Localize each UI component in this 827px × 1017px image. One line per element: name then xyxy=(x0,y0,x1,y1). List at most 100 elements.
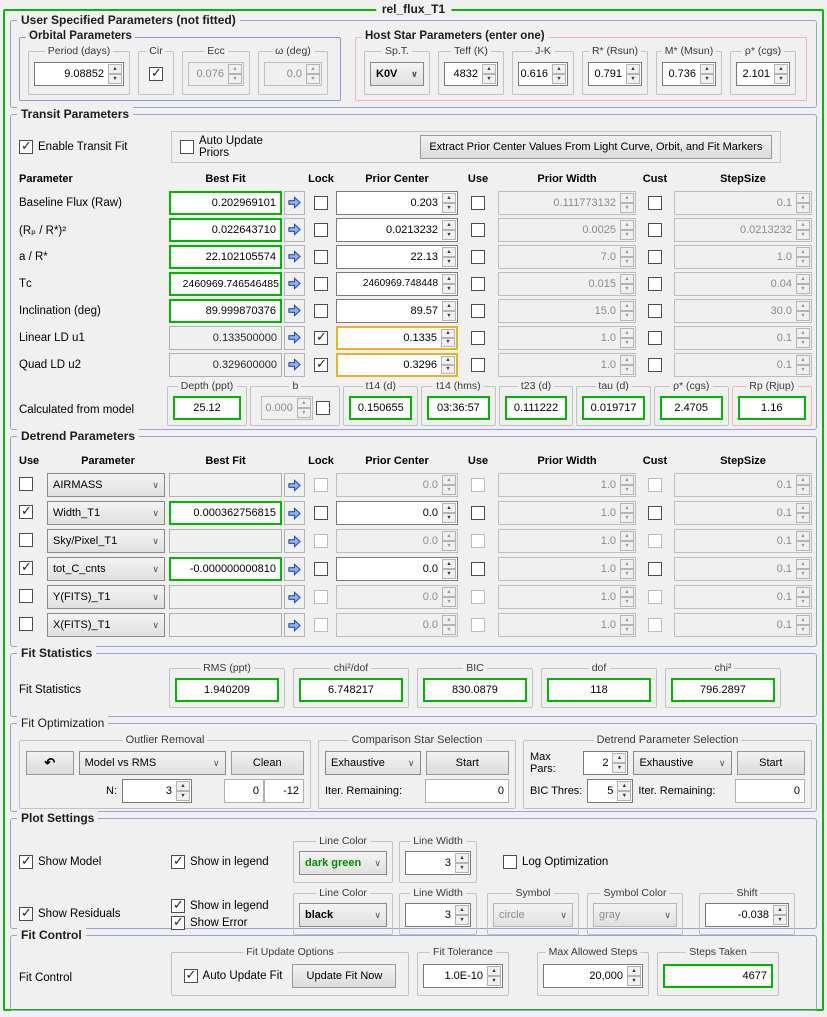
rho-field[interactable]: 2.101 xyxy=(736,62,790,86)
spin-down-icon[interactable] xyxy=(627,976,641,986)
use-prior-checkbox[interactable] xyxy=(471,277,485,291)
spinner-buttons[interactable] xyxy=(611,752,627,774)
enable-transit-fit-checkbox[interactable] xyxy=(19,140,33,154)
lock-checkbox[interactable] xyxy=(314,196,328,210)
spinner-buttons[interactable] xyxy=(441,219,457,241)
prior-center-value[interactable]: 0.1335 xyxy=(338,328,440,348)
update-fit-now-button[interactable]: Update Fit Now xyxy=(292,964,396,988)
use-detrend-checkbox[interactable] xyxy=(19,589,33,603)
spinner-buttons[interactable] xyxy=(454,852,470,874)
lock-checkbox[interactable] xyxy=(314,304,328,318)
custom-step-checkbox[interactable] xyxy=(648,304,662,318)
use-prior-checkbox[interactable] xyxy=(471,223,485,237)
custom-step-checkbox[interactable] xyxy=(648,562,662,576)
spinner-buttons[interactable] xyxy=(441,273,457,295)
fit-tolerance-value[interactable]: 1.0E-10 xyxy=(424,965,486,987)
auto-update-fit-checkbox[interactable] xyxy=(184,969,198,983)
spin-up-icon[interactable] xyxy=(442,503,456,513)
spinner-buttons[interactable] xyxy=(441,558,457,580)
prior-center-field[interactable]: 22.13 xyxy=(336,245,458,269)
log-optimization-checkbox[interactable] xyxy=(503,855,517,869)
detrend-selection-mode-dropdown[interactable]: Exhaustive xyxy=(633,751,731,775)
spin-up-icon[interactable] xyxy=(552,64,566,74)
custom-step-checkbox[interactable] xyxy=(648,331,662,345)
spin-down-icon[interactable] xyxy=(441,338,455,347)
max-pars-field[interactable]: 2 xyxy=(583,751,628,775)
copy-best-to-prior-button[interactable] xyxy=(284,245,305,269)
spinner-buttons[interactable] xyxy=(441,192,457,214)
custom-step-checkbox[interactable] xyxy=(648,196,662,210)
rho-value[interactable]: 2.101 xyxy=(737,63,773,85)
copy-best-to-prior-button[interactable] xyxy=(284,585,305,609)
mstar-field[interactable]: 0.736 xyxy=(662,62,716,86)
custom-step-checkbox[interactable] xyxy=(648,223,662,237)
prior-center-field[interactable]: 0.203 xyxy=(336,191,458,215)
lock-checkbox[interactable] xyxy=(314,331,328,345)
prior-center-value[interactable]: 0.203 xyxy=(337,192,441,214)
spin-down-icon[interactable] xyxy=(455,915,469,925)
lock-checkbox[interactable] xyxy=(314,250,328,264)
spinner-buttons[interactable] xyxy=(441,246,457,268)
spin-down-icon[interactable] xyxy=(442,284,456,294)
copy-best-to-prior-button[interactable] xyxy=(284,272,305,296)
prior-center-field[interactable]: 0.0213232 xyxy=(336,218,458,242)
spin-down-icon[interactable] xyxy=(442,203,456,213)
auto-update-priors-checkbox[interactable] xyxy=(180,140,194,154)
spin-up-icon[interactable] xyxy=(612,753,626,763)
detrend-start-button[interactable]: Start xyxy=(737,751,806,775)
undo-button[interactable]: ↶ xyxy=(26,751,74,775)
prior-center-field[interactable]: 89.57 xyxy=(336,299,458,323)
prior-center-value[interactable]: 0.0 xyxy=(337,558,441,580)
comparison-start-button[interactable]: Start xyxy=(426,751,510,775)
spin-up-icon[interactable] xyxy=(108,64,122,74)
spin-up-icon[interactable] xyxy=(442,274,456,284)
use-prior-checkbox[interactable] xyxy=(471,506,485,520)
copy-best-to-prior-button[interactable] xyxy=(284,473,305,497)
use-prior-checkbox[interactable] xyxy=(471,196,485,210)
copy-best-to-prior-button[interactable] xyxy=(284,501,305,525)
rstar-value[interactable]: 0.791 xyxy=(589,63,625,85)
use-prior-checkbox[interactable] xyxy=(471,331,485,345)
spin-down-icon[interactable] xyxy=(612,763,626,773)
custom-step-checkbox[interactable] xyxy=(648,506,662,520)
prior-center-value[interactable]: 89.57 xyxy=(337,300,441,322)
spinner-buttons[interactable] xyxy=(773,63,789,85)
spin-up-icon[interactable] xyxy=(617,781,631,791)
model-line-width-value[interactable]: 3 xyxy=(406,852,454,874)
prior-center-field[interactable]: 0.0 xyxy=(336,557,458,581)
use-detrend-checkbox[interactable] xyxy=(19,561,33,575)
shift-value[interactable]: -0.038 xyxy=(706,904,772,926)
spin-up-icon[interactable] xyxy=(487,966,501,976)
model-line-color-dropdown[interactable]: dark green xyxy=(299,851,387,875)
copy-best-to-prior-button[interactable] xyxy=(284,353,305,377)
prior-center-value[interactable]: 2460969.748448 xyxy=(337,273,441,295)
outlier-method-dropdown[interactable]: Model vs RMS xyxy=(79,751,226,775)
prior-center-field[interactable]: 0.1335 xyxy=(336,326,458,350)
max-steps-field[interactable]: 20,000 xyxy=(543,964,643,988)
spin-down-icon[interactable] xyxy=(455,863,469,873)
copy-best-to-prior-button[interactable] xyxy=(284,218,305,242)
detrend-param-dropdown[interactable]: Y(FITS)_T1 xyxy=(47,585,165,609)
copy-best-to-prior-button[interactable] xyxy=(284,191,305,215)
shift-field[interactable]: -0.038 xyxy=(705,903,789,927)
prior-center-value[interactable]: 22.13 xyxy=(337,246,441,268)
spinner-buttons[interactable] xyxy=(772,904,788,926)
extract-prior-values-button[interactable]: Extract Prior Center Values From Light C… xyxy=(420,135,772,159)
spinner-buttons[interactable] xyxy=(616,780,632,802)
spin-up-icon[interactable] xyxy=(442,559,456,569)
spin-up-icon[interactable] xyxy=(442,220,456,230)
use-detrend-checkbox[interactable] xyxy=(19,477,33,491)
prior-center-value[interactable]: 0.3296 xyxy=(338,355,440,375)
spin-down-icon[interactable] xyxy=(773,915,787,925)
residual-line-color-dropdown[interactable]: black xyxy=(299,903,387,927)
clean-button[interactable]: Clean xyxy=(231,751,304,775)
spinner-buttons[interactable] xyxy=(107,63,123,85)
prior-center-field[interactable]: 2460969.748448 xyxy=(336,272,458,296)
comparison-mode-dropdown[interactable]: Exhaustive xyxy=(325,751,421,775)
period-value[interactable]: 9.08852 xyxy=(35,63,107,85)
detrend-param-dropdown[interactable]: AIRMASS xyxy=(47,473,165,497)
use-detrend-checkbox[interactable] xyxy=(19,617,33,631)
residual-line-width-value[interactable]: 3 xyxy=(406,904,454,926)
jk-value[interactable]: 0.616 xyxy=(519,63,551,85)
n-value[interactable]: 3 xyxy=(123,780,175,802)
